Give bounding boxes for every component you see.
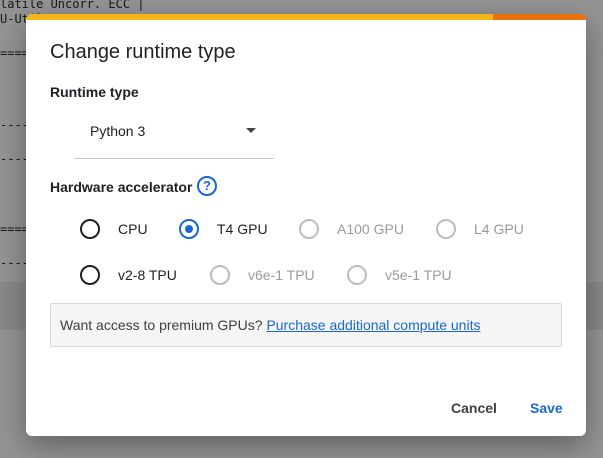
- dialog-title: Change runtime type: [50, 41, 236, 63]
- radio-label: v5e-1 TPU: [385, 267, 452, 283]
- radio-label: v2-8 TPU: [118, 267, 177, 283]
- radio-circle-icon: [80, 219, 100, 239]
- dropdown-arrow-icon: [246, 128, 256, 133]
- radio-circle-icon: [210, 265, 230, 285]
- radio-circle-icon: [299, 219, 319, 239]
- runtime-type-value: Python 3: [90, 123, 146, 139]
- hardware-accelerator-label: Hardware accelerator: [50, 179, 193, 195]
- radio-label: A100 GPU: [337, 221, 404, 237]
- radio-label: CPU: [118, 221, 148, 237]
- help-icon[interactable]: ?: [197, 176, 217, 196]
- progress-segment: [493, 14, 586, 20]
- premium-gpu-banner: Want access to premium GPUs? Purchase ad…: [50, 303, 562, 347]
- radio-label: T4 GPU: [217, 221, 268, 237]
- change-runtime-dialog: Change runtime type Runtime type Python …: [26, 14, 586, 436]
- save-button[interactable]: Save: [530, 400, 563, 416]
- cancel-button[interactable]: Cancel: [451, 400, 497, 416]
- purchase-compute-units-link[interactable]: Purchase additional compute units: [266, 317, 480, 333]
- radio-label: L4 GPU: [474, 221, 524, 237]
- runtime-type-select[interactable]: Python 3: [74, 110, 274, 159]
- radio-label: v6e-1 TPU: [248, 267, 315, 283]
- radio-circle-icon: [347, 265, 367, 285]
- loading-progress-bar: [26, 14, 586, 20]
- runtime-type-label: Runtime type: [50, 84, 139, 100]
- banner-text: Want access to premium GPUs? Purchase ad…: [60, 317, 480, 333]
- radio-circle-icon: [80, 265, 100, 285]
- banner-message: Want access to premium GPUs?: [60, 317, 263, 333]
- radio-circle-icon: [436, 219, 456, 239]
- radio-circle-icon: [179, 219, 199, 239]
